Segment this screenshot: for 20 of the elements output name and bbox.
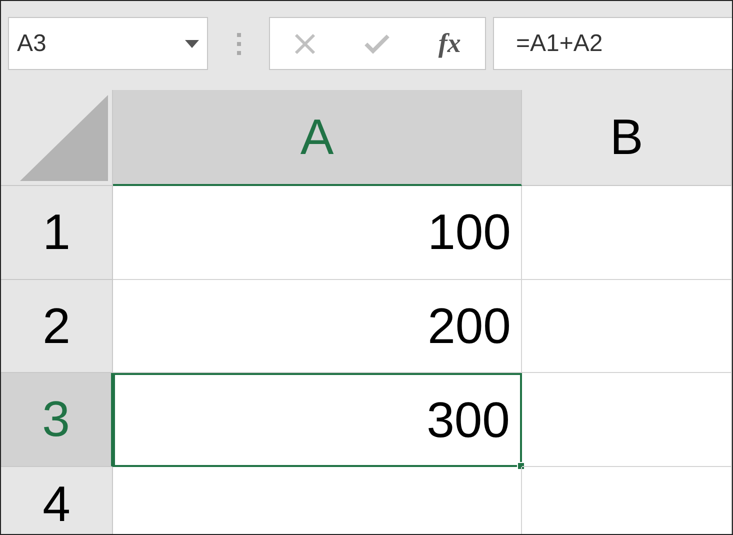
dropdown-icon[interactable]	[185, 40, 199, 48]
table-cell: 100	[113, 186, 522, 280]
column-header[interactable]: A	[113, 90, 522, 186]
table-cell: 200	[113, 280, 522, 373]
grip-icon	[236, 32, 240, 54]
cell-reference: A3	[17, 28, 46, 58]
row-header[interactable]: 1	[1, 186, 113, 280]
select-all-button[interactable]	[20, 95, 108, 181]
check-icon[interactable]	[364, 34, 390, 54]
insert-function-button[interactable]: fx	[438, 23, 461, 64]
fill-handle[interactable]	[517, 462, 525, 470]
column-header[interactable]: B	[522, 90, 732, 186]
name-box[interactable]: A3	[8, 17, 208, 70]
row-header[interactable]: 2	[1, 280, 113, 373]
active-cell: 300	[113, 373, 522, 467]
formula-field[interactable]: =A1+A2	[493, 17, 732, 70]
formula-text: =A1+A2	[516, 28, 603, 58]
cancel-icon[interactable]	[294, 32, 316, 54]
row-header[interactable]: 4	[1, 467, 113, 534]
row-header[interactable]: 3	[1, 373, 113, 467]
